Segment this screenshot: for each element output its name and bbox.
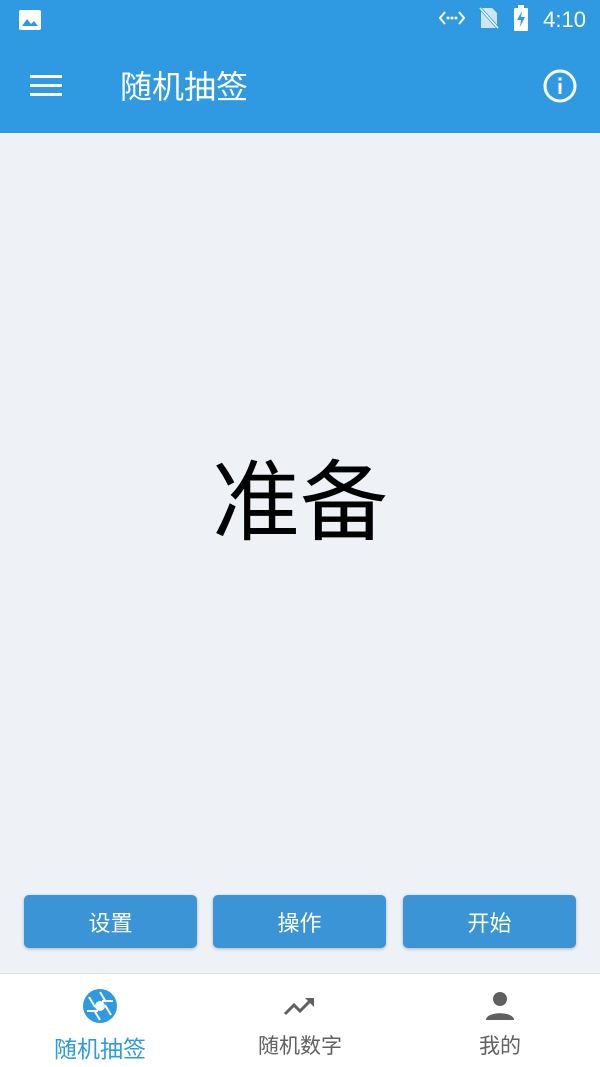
data-transfer-icon [438,8,466,32]
info-button[interactable] [540,66,580,106]
page-title: 随机抽签 [120,68,249,106]
battery-charging-icon [513,5,529,35]
draw-result-text: 准备 [211,451,388,554]
nav-item-random-number[interactable]: 随机数字 [200,974,400,1067]
main-content: 准备 设置 操作 开始 [0,133,600,973]
nav-label-random-draw: 随机抽签 [54,1037,146,1063]
start-button[interactable]: 开始 [403,895,576,948]
menu-button[interactable] [22,64,70,108]
nav-item-random-draw[interactable]: 随机抽签 [0,974,200,1067]
bottom-nav: 随机抽签 随机数字 我的 [0,973,600,1067]
operate-button[interactable]: 操作 [213,895,386,948]
nav-label-mine: 我的 [479,1034,521,1058]
status-time: 4:10 [543,7,586,32]
trending-up-icon [283,997,314,1016]
app-bar: 随机抽签 [0,40,600,133]
person-icon [486,992,514,1020]
no-sim-icon [479,6,500,34]
status-icons: 4:10 [438,0,586,40]
settings-button[interactable]: 设置 [24,895,197,948]
image-icon [18,8,42,32]
nav-item-mine[interactable]: 我的 [400,974,600,1067]
status-bar: 4:10 [0,0,600,40]
shutter-icon [83,989,117,1023]
menu-icon [30,75,62,96]
nav-label-random-number: 随机数字 [258,1034,342,1058]
info-icon [543,69,577,103]
